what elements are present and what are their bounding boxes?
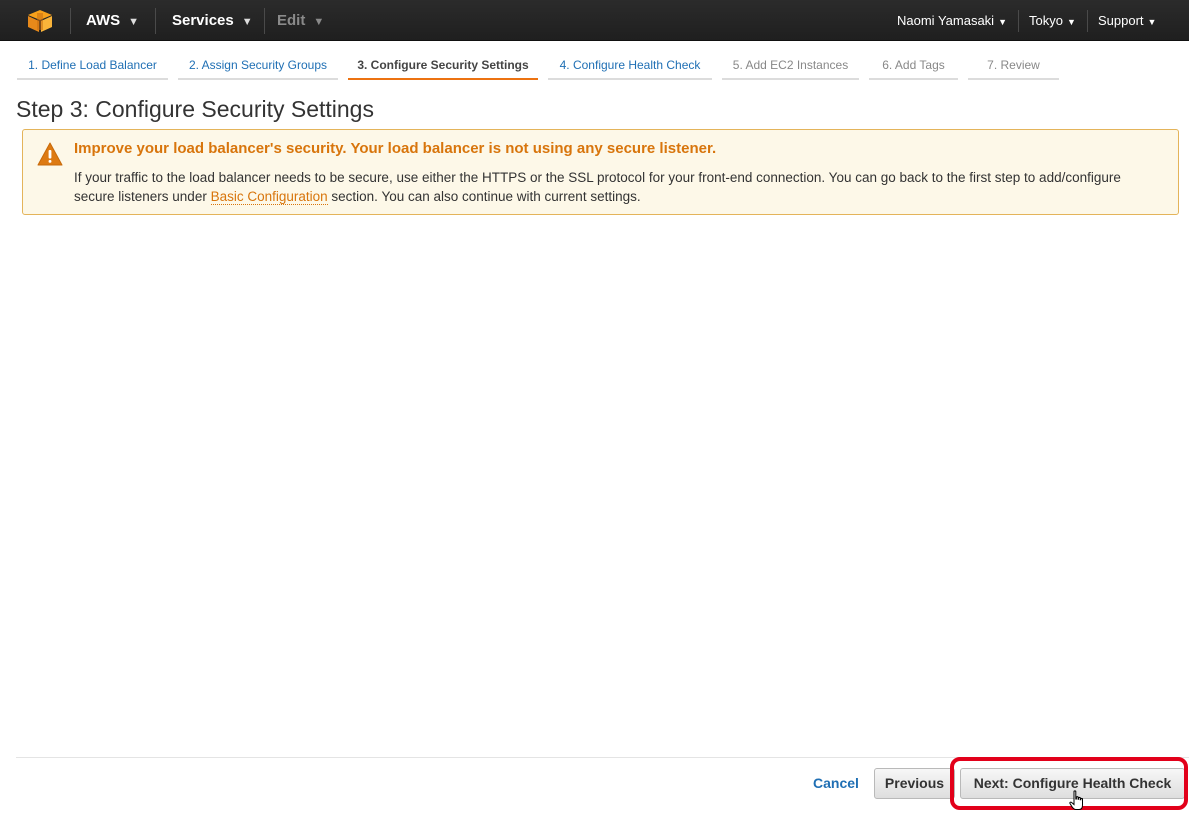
chevron-down-icon: ▼ [998, 17, 1007, 27]
top-navigation-bar: AWS ▼ Services ▼ Edit ▼ Naomi Yamasaki ▼ Tok… [0, 0, 1189, 41]
step-add-ec2-instances: 5. Add EC2 Instances [722, 55, 859, 80]
chevron-down-icon: ▼ [128, 16, 140, 28]
chevron-down-icon: ▼ [1147, 17, 1157, 27]
warning-text: If your traffic to the load balancer nee… [74, 169, 1154, 206]
hand-pointer-icon [1069, 790, 1083, 810]
services-label: Services [172, 12, 234, 29]
support-menu[interactable]: Support ▼ [1098, 0, 1156, 41]
edit-label: Edit [277, 12, 306, 29]
previous-button[interactable]: Previous [874, 768, 955, 799]
aws-home-label: AWS [86, 12, 121, 29]
edit-menu[interactable]: Edit ▼ [277, 0, 324, 41]
region-label: Tokyo [1029, 13, 1063, 28]
user-name: Naomi Yamasaki [897, 13, 995, 28]
aws-home-menu[interactable]: AWS ▼ [86, 0, 139, 41]
aws-cube-icon[interactable] [28, 10, 52, 32]
chevron-down-icon: ▼ [241, 16, 253, 28]
services-menu[interactable]: Services ▼ [172, 0, 253, 41]
cancel-link[interactable]: Cancel [813, 775, 859, 791]
warning-title: Improve your load balancer's security. Y… [74, 140, 717, 157]
step-define-load-balancer[interactable]: 1. Define Load Balancer [17, 55, 168, 80]
warning-text-after: section. You can also continue with curr… [327, 188, 641, 204]
footer-divider [16, 757, 1189, 758]
warning-triangle-icon [37, 142, 63, 166]
step-assign-security-groups[interactable]: 2. Assign Security Groups [178, 55, 338, 80]
chevron-down-icon: ▼ [1066, 17, 1076, 27]
user-menu[interactable]: Naomi Yamasaki ▼ [897, 0, 1007, 41]
step-configure-security-settings[interactable]: 3. Configure Security Settings [348, 55, 538, 80]
basic-configuration-link[interactable]: Basic Configuration [210, 188, 328, 205]
chevron-down-icon: ▼ [313, 16, 325, 28]
page-title: Step 3: Configure Security Settings [16, 96, 374, 122]
step-configure-health-check[interactable]: 4. Configure Health Check [548, 55, 712, 80]
security-warning-box: Improve your load balancer's security. Y… [22, 129, 1179, 215]
step-add-tags: 6. Add Tags [869, 55, 958, 80]
step-review: 7. Review [968, 55, 1059, 80]
support-label: Support [1098, 13, 1144, 28]
region-menu[interactable]: Tokyo ▼ [1029, 0, 1076, 41]
